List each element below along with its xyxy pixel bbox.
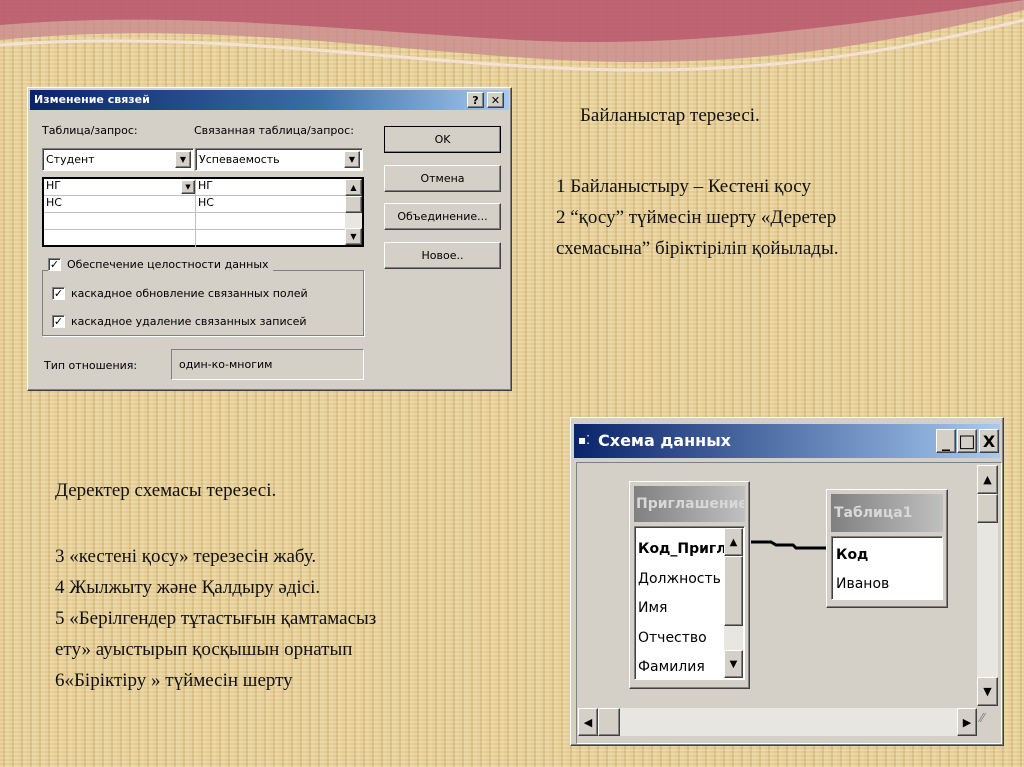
vertical-scrollbar[interactable]: ▲ ▼ — [977, 465, 998, 706]
step-text: 6«Біріктіру » түймесін шерту — [55, 670, 293, 691]
chevron-down-icon[interactable]: ▼ — [181, 180, 195, 194]
step-text: 5 «Берілгендер тұтастығын қамтамасыз — [55, 608, 377, 629]
cascade-update-checkbox[interactable]: ✓ каскадное обновление связанных полей — [52, 287, 308, 300]
grid-cell[interactable]: НС — [196, 196, 214, 212]
fields-grid: НГ НГ НС НС ▼ ▲ ▼ — [42, 177, 364, 247]
grid-cell[interactable]: НГ — [196, 179, 213, 195]
table-box-table1[interactable]: Таблица1 Код Иванов — [826, 489, 948, 608]
related-select-value: Успеваемость — [199, 153, 280, 166]
grid-cell[interactable]: НС — [44, 196, 196, 212]
horizontal-scrollbar[interactable]: ◀ ▶ — [578, 708, 977, 736]
table-box-invitations[interactable]: Приглашение... Код_Приглаш Должность Имя… — [629, 481, 750, 689]
resize-grip-icon[interactable]: ⁄⁄ — [980, 711, 998, 737]
relation-type-label: Тип отношения: — [44, 359, 138, 372]
scroll-up-icon[interactable]: ▲ — [345, 179, 362, 196]
cascade-delete-checkbox[interactable]: ✓ каскадное удаление связанных записей — [52, 315, 307, 328]
title-bar: Изменение связей ? ✕ — [30, 90, 509, 110]
step-text: 4 Жылжыту және Қалдыру әдісі. — [55, 577, 321, 598]
scroll-down-icon[interactable]: ▼ — [724, 650, 743, 678]
ok-button[interactable]: OK — [384, 126, 501, 153]
field-item[interactable]: Имя — [638, 594, 724, 624]
scroll-thumb[interactable] — [724, 556, 743, 626]
scroll-right-icon[interactable]: ▶ — [957, 708, 977, 736]
field-item[interactable]: Отчество — [638, 624, 724, 654]
scroll-thumb[interactable] — [345, 196, 362, 213]
relationships-heading: Байланыстар терезесі. — [580, 105, 760, 126]
step-text: ету» ауыстырып қосқышын орнатып — [55, 639, 353, 660]
scroll-thumb[interactable] — [977, 494, 998, 523]
relation-type-value: один-ко-многим — [179, 358, 273, 371]
table-label: Таблица/запрос: — [42, 124, 138, 137]
schema-heading: Деректер схемасы терезесі. — [55, 480, 277, 501]
grid-row[interactable]: НГ НГ — [44, 179, 362, 196]
scroll-thumb[interactable] — [598, 708, 620, 736]
scroll-up-icon[interactable]: ▲ — [977, 465, 998, 494]
step-text: 1 Байланыстыру – Кестені қосу — [556, 176, 811, 197]
help-button[interactable]: ? — [467, 92, 484, 108]
related-table-select[interactable]: Успеваемость ▼ — [195, 148, 363, 171]
grid-cell[interactable] — [44, 230, 196, 247]
field-item[interactable]: Должность — [638, 565, 724, 595]
cascade-delete-label: каскадное удаление связанных записей — [71, 315, 307, 328]
close-button[interactable]: ✕ — [487, 92, 504, 108]
cascade-update-label: каскадное обновление связанных полей — [71, 287, 308, 300]
grid-cell[interactable] — [44, 213, 196, 229]
scroll-left-icon[interactable]: ◀ — [578, 708, 598, 736]
edit-relationships-dialog: Изменение связей ? ✕ Таблица/запрос: Свя… — [27, 87, 512, 391]
scroll-down-icon[interactable]: ▼ — [345, 228, 362, 245]
cancel-button[interactable]: Отмена — [384, 165, 501, 192]
chevron-down-icon[interactable]: ▼ — [344, 151, 360, 168]
dialog-title: Изменение связей — [34, 93, 150, 106]
field-list: Код Иванов — [831, 536, 943, 600]
step-text: 3 «кестені қосу» терезесін жабу. — [55, 546, 317, 567]
join-type-button[interactable]: Объединение... — [384, 203, 501, 230]
grid-cell[interactable]: НГ — [44, 179, 196, 195]
field-item[interactable]: Код — [836, 541, 889, 570]
create-new-button[interactable]: Новое.. — [384, 242, 501, 269]
steps-1-2: 1 Байланыстыру – Кестені қосу 2 “қосу” т… — [556, 171, 838, 264]
scroll-down-icon[interactable]: ▼ — [977, 677, 998, 706]
table-select-value: Студент — [46, 153, 95, 166]
grid-row[interactable] — [44, 213, 362, 230]
chevron-down-icon[interactable]: ▼ — [175, 151, 191, 168]
grid-scrollbar[interactable]: ▲ ▼ — [345, 179, 362, 245]
step-text: схемасына” біріктіріліп қойылады. — [556, 238, 839, 259]
table-title[interactable]: Приглашение... — [636, 496, 744, 512]
related-table-label: Связанная таблица/запрос: — [194, 124, 354, 137]
table-select[interactable]: Студент ▼ — [42, 148, 194, 171]
integrity-label: Обеспечение целостности данных — [67, 258, 269, 271]
steps-3-6: 3 «кестені қосу» терезесін жабу. 4 Жылжы… — [55, 541, 376, 696]
decorative-wave — [0, 0, 1024, 72]
field-item[interactable]: Иванов — [836, 570, 889, 599]
field-scrollbar[interactable]: ▲ ▼ — [724, 528, 743, 678]
step-text: 2 “қосу” түймесін шерту «Деретер — [556, 207, 837, 228]
integrity-checkbox[interactable]: ✓ Обеспечение целостности данных — [48, 258, 273, 271]
table-title[interactable]: Таблица1 — [834, 505, 912, 521]
field-list: Код_Приглаш Должность Имя Отчество Фамил… — [634, 526, 745, 680]
grid-row[interactable] — [44, 230, 362, 247]
checkmark-icon[interactable]: ✓ — [52, 287, 65, 300]
field-item[interactable]: Фамилия — [638, 653, 724, 679]
data-schema-window: ▪⁚ Схема данных _ □ X Приглашение... Код… — [570, 417, 1004, 746]
relation-type-field: один-ко-многим — [171, 349, 364, 380]
checkmark-icon[interactable]: ✓ — [48, 258, 61, 271]
grid-row[interactable]: НС НС — [44, 196, 362, 213]
field-item[interactable]: Код_Приглаш — [638, 535, 724, 565]
scroll-up-icon[interactable]: ▲ — [724, 528, 743, 556]
checkmark-icon[interactable]: ✓ — [52, 315, 65, 328]
